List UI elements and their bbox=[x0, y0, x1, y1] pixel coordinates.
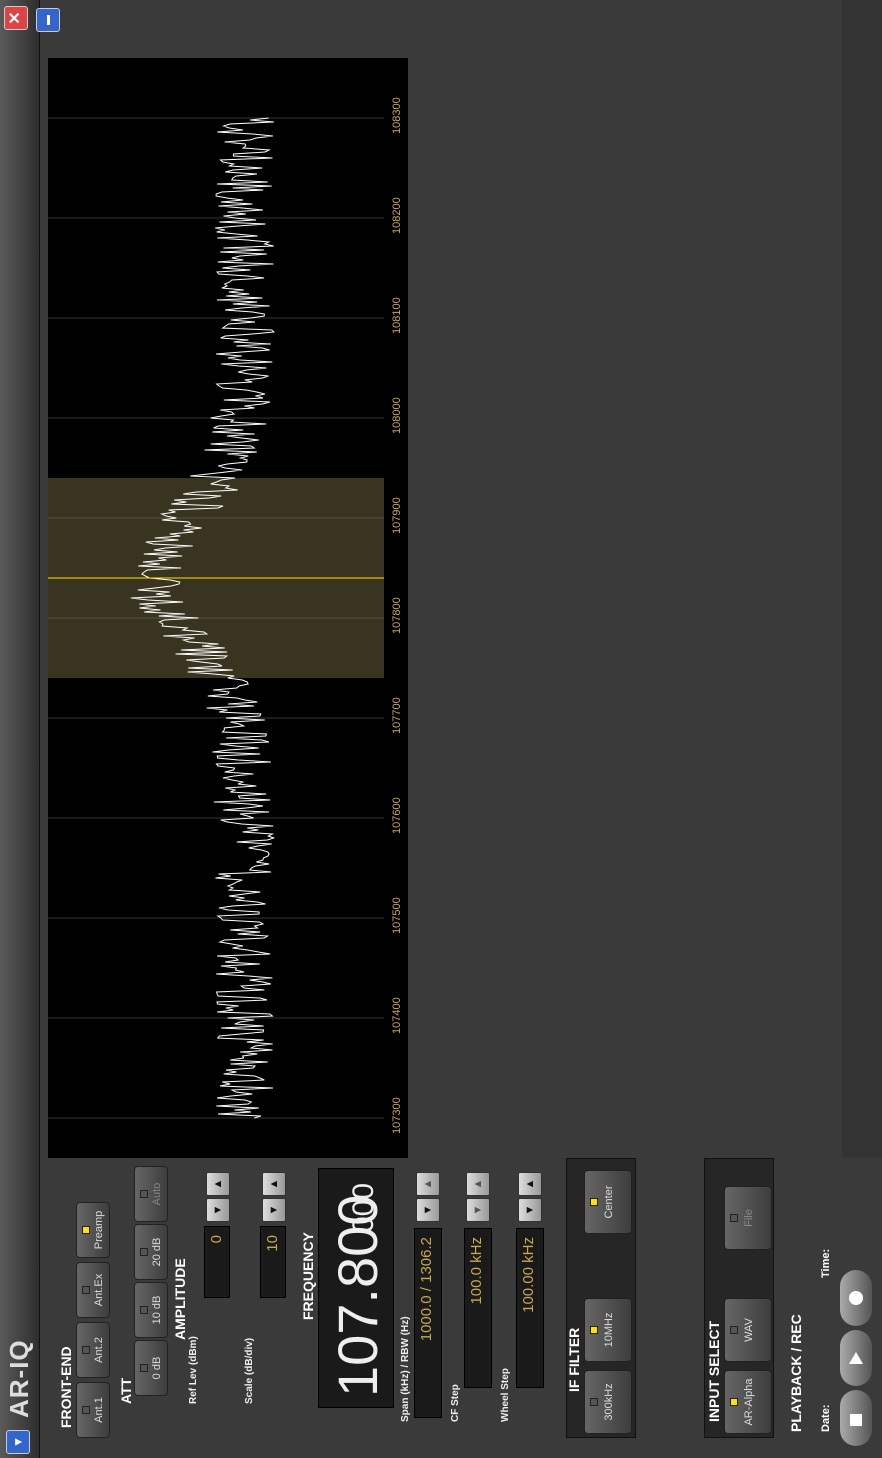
freq-tick-label: 107500 bbox=[391, 897, 403, 934]
close-icon[interactable]: ✕ bbox=[4, 6, 28, 30]
amplitude-label: AMPLITUDE bbox=[172, 1258, 188, 1340]
ant2-button[interactable]: Ant.2 bbox=[76, 1322, 110, 1378]
ref-lev-down-arrow-icon[interactable]: ▼ bbox=[206, 1198, 230, 1222]
spectrum-svg: 107300 107400 107500 107600 107700 107800 1079… bbox=[48, 97, 403, 1134]
att-auto-button[interactable]: Auto bbox=[134, 1166, 168, 1222]
display-toolbar bbox=[842, 0, 882, 1158]
ar-alpha-label: AR-Alpha bbox=[743, 1378, 755, 1426]
if-10mhz-button[interactable]: 10MHz bbox=[584, 1298, 632, 1362]
title-bar: ▼ AR-IQ ✕ bbox=[0, 0, 40, 1458]
span-down-arrow-icon[interactable]: ▼ bbox=[416, 1198, 440, 1222]
span-up-arrow-icon[interactable]: ▲ bbox=[416, 1172, 440, 1196]
freq-tick-label: 107600 bbox=[391, 797, 403, 834]
wheel-step-up-arrow-icon[interactable]: ▲ bbox=[518, 1172, 542, 1196]
scale-down-arrow-icon[interactable]: ▼ bbox=[262, 1198, 286, 1222]
span-field[interactable]: 1000.0 / 1306.2 bbox=[414, 1228, 442, 1418]
freq-tick-label: 108100 bbox=[391, 297, 403, 334]
freq-tick-label: 107900 bbox=[391, 497, 403, 534]
play-icon bbox=[849, 1352, 863, 1364]
freq-tick-label: 107400 bbox=[391, 997, 403, 1034]
wheel-step-down-arrow-icon[interactable]: ▼ bbox=[518, 1198, 542, 1222]
frequency-label: FREQUENCY bbox=[300, 1232, 316, 1320]
menu-icon[interactable]: ▼ bbox=[6, 1430, 30, 1454]
frequency-sub: 000 bbox=[347, 1182, 380, 1233]
wheel-step-field[interactable]: 100.00 kHz bbox=[516, 1228, 544, 1388]
att-10db-label: 10 dB bbox=[151, 1295, 163, 1325]
ant1-button[interactable]: Ant.1 bbox=[76, 1382, 110, 1438]
att-label: ATT bbox=[118, 1377, 134, 1404]
att-10db-button[interactable]: 10 dB bbox=[134, 1282, 168, 1338]
record-icon bbox=[849, 1291, 863, 1305]
att-auto-label: Auto bbox=[151, 1182, 163, 1206]
ref-lev-field[interactable]: 0 bbox=[204, 1226, 230, 1298]
screen: ▼ AR-IQ ✕ ▬ FRONT-END Ant.1 Ant.2 Ant.Ex… bbox=[0, 0, 882, 1458]
wheel-step-label: Wheel Step bbox=[500, 1368, 511, 1422]
play-button[interactable] bbox=[840, 1330, 872, 1386]
date-label: Date: bbox=[820, 1404, 832, 1432]
cf-step-label: CF Step bbox=[450, 1384, 461, 1422]
ant1-label: Ant.1 bbox=[93, 1397, 105, 1423]
stop-icon bbox=[850, 1414, 862, 1426]
wav-button[interactable]: WAV bbox=[724, 1298, 772, 1362]
scale-label: Scale (dB/div) bbox=[244, 1337, 255, 1404]
if-300khz-button[interactable]: 300kHz bbox=[584, 1370, 632, 1434]
scale-field[interactable]: 10 bbox=[260, 1226, 286, 1298]
antex-button[interactable]: Ant.Ex bbox=[76, 1262, 110, 1318]
preamp-button[interactable]: Preamp bbox=[76, 1202, 110, 1258]
att-20db-label: 20 dB bbox=[151, 1237, 163, 1267]
app-title: AR-IQ bbox=[4, 1339, 34, 1418]
ar-alpha-button[interactable]: AR-Alpha bbox=[724, 1370, 772, 1434]
wav-label: WAV bbox=[743, 1318, 755, 1342]
rotated-app-window: ▼ AR-IQ ✕ ▬ FRONT-END Ant.1 Ant.2 Ant.Ex… bbox=[0, 0, 882, 1458]
cf-step-field[interactable]: 100.0 kHz bbox=[464, 1228, 492, 1388]
span-label: Span (kHz) / RBW (Hz) bbox=[400, 1316, 411, 1422]
minimize-icon[interactable]: ▬ bbox=[36, 8, 60, 32]
freq-tick-label: 108300 bbox=[391, 97, 403, 134]
preamp-label: Preamp bbox=[93, 1210, 105, 1250]
playback-label: PLAYBACK / REC bbox=[788, 1314, 804, 1432]
cf-step-down-arrow-icon[interactable]: ▼ bbox=[466, 1198, 490, 1222]
if-10mhz-label: 10MHz bbox=[603, 1312, 615, 1348]
if-300khz-label: 300kHz bbox=[603, 1383, 615, 1421]
file-button[interactable]: File bbox=[724, 1186, 772, 1250]
file-button-label: File bbox=[743, 1209, 755, 1227]
front-end-label: FRONT-END bbox=[58, 1346, 74, 1428]
center-label: Center bbox=[603, 1185, 615, 1219]
ref-lev-label: Ref Lev (dBm) bbox=[188, 1336, 199, 1404]
input-select-label: INPUT SELECT bbox=[706, 1320, 722, 1422]
freq-tick-label: 107700 bbox=[391, 697, 403, 734]
cf-step-up-arrow-icon[interactable]: ▲ bbox=[466, 1172, 490, 1196]
att-0db-label: 0 dB bbox=[151, 1356, 163, 1380]
freq-tick-label: 108000 bbox=[391, 397, 403, 434]
center-button[interactable]: Center bbox=[584, 1170, 632, 1234]
scale-up-arrow-icon[interactable]: ▲ bbox=[262, 1172, 286, 1196]
if-filter-label: IF FILTER bbox=[566, 1327, 582, 1392]
freq-tick-label: 107300 bbox=[391, 1097, 403, 1134]
time-label: Time: bbox=[820, 1248, 832, 1278]
ant2-label: Ant.2 bbox=[93, 1337, 105, 1363]
freq-tick-label: 107800 bbox=[391, 597, 403, 634]
att-0db-button[interactable]: 0 dB bbox=[134, 1340, 168, 1396]
record-button[interactable] bbox=[840, 1270, 872, 1326]
antex-label: Ant.Ex bbox=[93, 1273, 105, 1307]
att-20db-button[interactable]: 20 dB bbox=[134, 1224, 168, 1280]
frequency-display[interactable]: 107.800 000 bbox=[318, 1168, 394, 1408]
freq-tick-label: 108200 bbox=[391, 197, 403, 234]
stop-button[interactable] bbox=[840, 1390, 872, 1446]
ref-lev-up-arrow-icon[interactable]: ▲ bbox=[206, 1172, 230, 1196]
spectrum-display[interactable]: 107300 107400 107500 107600 107700 107800 1079… bbox=[48, 58, 408, 1158]
